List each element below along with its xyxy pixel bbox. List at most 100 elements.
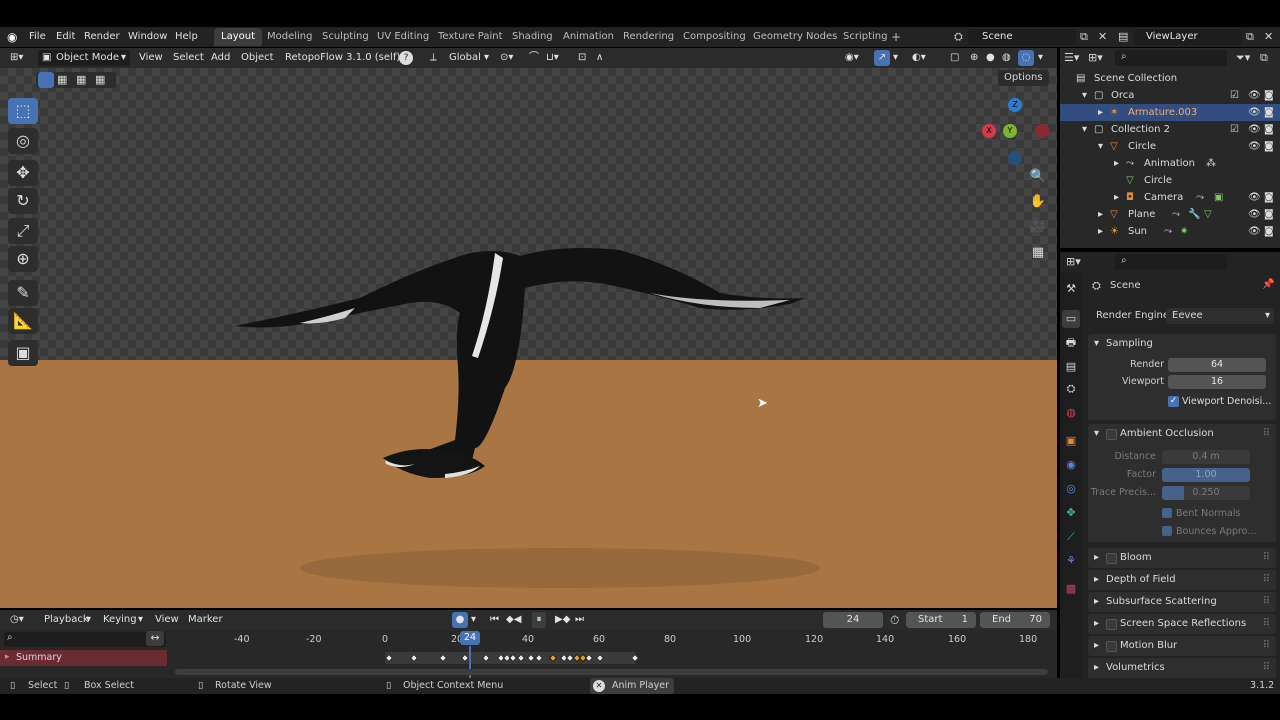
- tab-geometry-nodes[interactable]: Geometry Nodes: [746, 28, 844, 46]
- texture-tab-icon[interactable]: ▩: [1062, 580, 1080, 598]
- orca-model[interactable]: [0, 68, 1057, 608]
- outliner-row-sun[interactable]: ▸ ☀ Sun ⤳ ✷ 👁 ◙: [1060, 223, 1280, 240]
- gizmo-neg-z-axis[interactable]: [1008, 151, 1022, 165]
- start-frame-field[interactable]: Start 1: [906, 612, 976, 628]
- filter-icon[interactable]: ⏷▾: [1236, 51, 1250, 65]
- help-icon[interactable]: ?: [399, 51, 413, 65]
- motion-blur-panel[interactable]: ▸ Motion Blur ⠿: [1088, 636, 1276, 656]
- falloff-icon[interactable]: ∧: [596, 50, 603, 66]
- mode-dropdown[interactable]: ▣ Object Mode ▾: [38, 50, 130, 66]
- playhead-handle[interactable]: 24: [460, 631, 480, 645]
- camera-render-icon[interactable]: ◙: [1264, 121, 1274, 138]
- end-frame-field[interactable]: End 70: [980, 612, 1050, 628]
- tab-animation[interactable]: Animation: [556, 28, 621, 46]
- ao-enable-checkbox[interactable]: [1106, 429, 1117, 440]
- expand-arrow-icon[interactable]: ▸: [1114, 189, 1119, 206]
- screen-space-reflections-panel[interactable]: ▸ Screen Space Reflections ⠿: [1088, 614, 1276, 634]
- visibility-icon[interactable]: ◉▾: [845, 50, 859, 66]
- collapse-arrow-icon[interactable]: ▾: [1094, 334, 1099, 354]
- jump-start-icon[interactable]: ⏮: [490, 612, 499, 628]
- gizmo-toggle-icon[interactable]: ↗: [874, 50, 890, 66]
- menu-help[interactable]: Help: [175, 27, 198, 47]
- timeline-body[interactable]: ⌕ ↔ ▸ Summary -40 -20 0 20 40 60 80 100 …: [0, 630, 1057, 678]
- tab-compositing[interactable]: Compositing: [676, 28, 753, 46]
- drag-handle-icon[interactable]: ⠿: [1263, 570, 1270, 590]
- properties-search-input[interactable]: ⌕: [1115, 254, 1227, 270]
- expand-arrow-icon[interactable]: ▸: [1098, 104, 1103, 121]
- tab-shading[interactable]: Shading: [505, 28, 560, 46]
- perspective-grid-icon[interactable]: ▦: [1027, 242, 1049, 264]
- outliner-row-camera[interactable]: ▸ ◘ Camera ⤳ ▣ 👁 ◙: [1060, 189, 1280, 206]
- new-view-layer-icon[interactable]: ⧉: [1246, 30, 1254, 44]
- outliner-row-collection-2[interactable]: ▾ ▢ Collection 2 ☑ 👁 ◙: [1060, 121, 1280, 138]
- tab-layout[interactable]: Layout: [214, 28, 262, 46]
- blender-logo-icon[interactable]: ◉: [7, 30, 17, 44]
- eye-icon[interactable]: 👁: [1248, 104, 1261, 121]
- xray-icon[interactable]: ▢: [950, 50, 959, 66]
- current-frame-field[interactable]: 24: [823, 612, 883, 628]
- expand-arrow-icon[interactable]: ▸: [1098, 206, 1103, 223]
- physics-tab-icon[interactable]: ◎: [1062, 480, 1080, 498]
- pivot-icon[interactable]: ⊙▾: [500, 50, 513, 66]
- expand-arrow-icon[interactable]: ▾: [1082, 121, 1087, 138]
- wireframe-shading-icon[interactable]: ⊕: [970, 50, 978, 66]
- drag-handle-icon[interactable]: ⠿: [1263, 548, 1270, 568]
- camera-render-icon[interactable]: ◙: [1264, 87, 1274, 104]
- checkbox-icon[interactable]: ☑: [1230, 121, 1239, 138]
- menu-object[interactable]: Object: [241, 50, 274, 66]
- bloom-panel[interactable]: ▸ Bloom ⠿: [1088, 548, 1276, 568]
- menu-window[interactable]: Window: [128, 27, 167, 47]
- ssr-checkbox[interactable]: [1106, 619, 1117, 630]
- drag-handle-icon[interactable]: ⠿: [1263, 636, 1270, 656]
- collapse-arrow-icon[interactable]: ▾: [1094, 424, 1099, 444]
- gizmo-z-axis[interactable]: Z: [1008, 98, 1022, 112]
- subtract-selection-icon[interactable]: ▦: [76, 73, 86, 86]
- pin-icon[interactable]: 📌: [1262, 279, 1274, 290]
- expand-arrow-icon[interactable]: ▸: [1094, 570, 1099, 590]
- material-shading-icon[interactable]: ◍: [1002, 50, 1011, 66]
- render-engine-dropdown[interactable]: Eevee ▾: [1166, 308, 1274, 324]
- tab-uv-editing[interactable]: UV Editing: [370, 28, 436, 46]
- outliner-row-orca[interactable]: ▾ ▢ Orca ☑ 👁 ◙: [1060, 87, 1280, 104]
- drag-handle-icon[interactable]: ⠿: [1263, 592, 1270, 612]
- modifiers-tab-icon[interactable]: ◉: [1062, 456, 1080, 474]
- eye-icon[interactable]: 👁: [1248, 189, 1261, 206]
- eye-icon[interactable]: 👁: [1248, 87, 1261, 104]
- output-tab-icon[interactable]: 🖶: [1062, 334, 1080, 352]
- delete-view-layer-icon[interactable]: ✕: [1264, 30, 1273, 43]
- marker-menu[interactable]: Marker: [188, 612, 223, 628]
- transform-orientation-icon[interactable]: ⟂: [430, 50, 437, 66]
- outliner-row-circle-data[interactable]: ▽ Circle: [1060, 172, 1280, 189]
- render-tab-icon[interactable]: ▭: [1062, 310, 1080, 328]
- armature-data-tab-icon[interactable]: ⟋: [1062, 528, 1080, 546]
- view-layer-tab-icon[interactable]: ▤: [1062, 358, 1080, 376]
- editor-type-icon[interactable]: ⊞▾: [10, 50, 23, 66]
- expand-arrow-icon[interactable]: ▸: [1094, 592, 1099, 612]
- factor-slider[interactable]: 1.00: [1162, 468, 1250, 482]
- trace-precision-slider[interactable]: 0.250: [1162, 486, 1250, 500]
- overlays-icon[interactable]: ◐▾: [912, 50, 926, 66]
- 3d-viewport[interactable]: ⬚ ◎ ✥ ↻ ⤢ ⊕ ✎ 📐 ▣ ▦ ▦ ▦ Options Z Y X 🔍 …: [0, 68, 1057, 608]
- chevron-down-icon[interactable]: ▾: [1038, 50, 1043, 66]
- render-samples-field[interactable]: 64: [1168, 358, 1266, 372]
- tab-texture-paint[interactable]: Texture Paint: [431, 28, 510, 46]
- move-tool-icon[interactable]: ✥: [8, 160, 38, 186]
- close-icon[interactable]: ✕: [593, 680, 605, 692]
- snap-icon[interactable]: ⌒: [529, 50, 539, 66]
- outliner-search-input[interactable]: ⌕: [1115, 50, 1227, 66]
- menu-file[interactable]: File: [29, 27, 46, 47]
- solid-shading-icon[interactable]: ●: [986, 50, 995, 66]
- measure-tool-icon[interactable]: 📐: [8, 308, 38, 334]
- tab-sculpting[interactable]: Sculpting: [315, 28, 376, 46]
- volumetrics-panel[interactable]: ▸ Volumetrics ⠿: [1088, 658, 1276, 678]
- depth-of-field-panel[interactable]: ▸ Depth of Field ⠿: [1088, 570, 1276, 590]
- expand-arrow-icon[interactable]: ▸: [1094, 548, 1099, 568]
- retopoflow-menu[interactable]: RetopoFlow 3.1.0 (self): [285, 50, 400, 66]
- add-cube-tool-icon[interactable]: ▣: [8, 340, 38, 366]
- menu-add[interactable]: Add: [211, 50, 230, 66]
- expand-arrow-icon[interactable]: ▸: [1094, 636, 1099, 656]
- scale-tool-icon[interactable]: ⤢: [8, 218, 38, 244]
- prev-keyframe-icon[interactable]: ◆◀: [506, 612, 521, 628]
- gizmo-y-axis[interactable]: Y: [1003, 124, 1017, 138]
- motion-blur-checkbox[interactable]: [1106, 641, 1117, 652]
